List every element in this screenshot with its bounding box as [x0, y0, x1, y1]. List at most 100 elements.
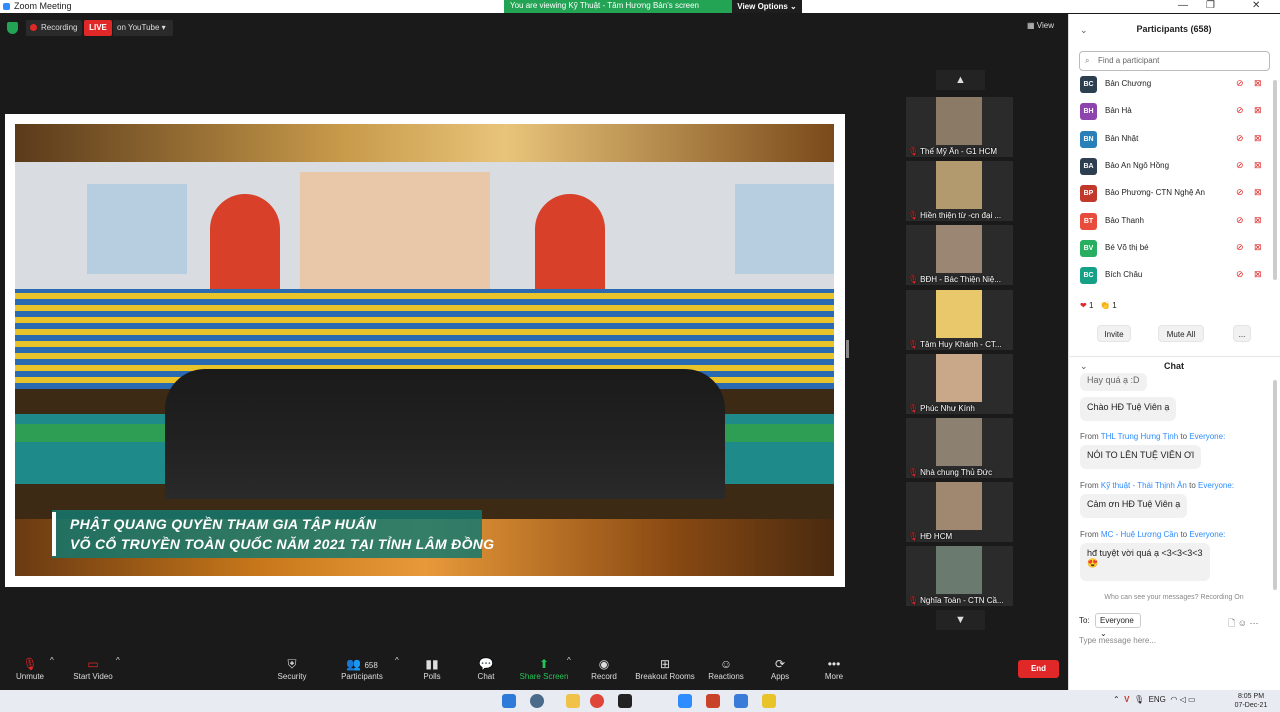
participant-row[interactable]: BT Bảo Thanh ⊘ ⊠: [1075, 209, 1272, 236]
gallery-tile[interactable]: 🎙 BĐH - Bác Thiện Niệ...: [906, 225, 1013, 286]
chat-message[interactable]: Cảm ơn HĐ Tuệ Viên ạ: [1080, 494, 1188, 518]
muted-mic-icon[interactable]: ⊘: [1236, 160, 1244, 171]
view-button[interactable]: ▦ View: [1027, 21, 1054, 30]
muted-mic-icon[interactable]: ⊘: [1236, 105, 1244, 116]
chat-message[interactable]: Chào HĐ Tuệ Viên ạ: [1080, 397, 1177, 421]
windows-start-icon[interactable]: [502, 694, 516, 708]
participants-scrollbar[interactable]: [1273, 80, 1277, 280]
settings-gear-icon[interactable]: [530, 694, 544, 708]
chat-more-icon[interactable]: ⋯: [1249, 618, 1258, 628]
gallery-tile[interactable]: 🎙 Hiền thiện từ -cn đại ...: [906, 161, 1013, 222]
video-off-icon[interactable]: ⊠: [1254, 269, 1262, 280]
muted-mic-icon[interactable]: ⊘: [1236, 215, 1244, 226]
mic-tray-icon[interactable]: 🎙: [1134, 695, 1144, 704]
video-off-icon[interactable]: ⊠: [1254, 242, 1262, 253]
video-options-caret[interactable]: ^: [116, 656, 120, 665]
video-off-icon[interactable]: ⊠: [1254, 105, 1262, 116]
chat-visibility-note[interactable]: Who can see your messages? Recording On: [1068, 594, 1280, 604]
gallery-scroll-down-button[interactable]: ▼: [936, 610, 985, 630]
participant-row[interactable]: BN Bản Nhật ⊘ ⊠: [1075, 127, 1272, 154]
language-indicator[interactable]: ENG: [1149, 695, 1166, 704]
participant-row[interactable]: BH Bản Hà ⊘ ⊠: [1075, 99, 1272, 126]
gallery-tile[interactable]: 🎙 Nghĩa Toàn - CTN Cầ...: [906, 546, 1013, 607]
youtube-stream-dropdown[interactable]: on YouTube ▾: [113, 20, 173, 36]
panel-splitter-handle[interactable]: [846, 340, 849, 358]
notes-icon[interactable]: [762, 694, 776, 708]
terminal-icon[interactable]: [618, 694, 632, 708]
chat-recipient-dropdown[interactable]: Everyone ⌄: [1095, 613, 1141, 638]
audio-options-caret[interactable]: ^: [50, 656, 54, 665]
participant-row[interactable]: BA Bảo An Ngô Hồng ⊘ ⊠: [1075, 154, 1272, 181]
chat-scrollbar[interactable]: [1273, 380, 1277, 590]
muted-mic-icon[interactable]: ⊘: [1236, 242, 1244, 253]
close-icon[interactable]: ✕: [1252, 0, 1260, 11]
start-video-button[interactable]: ▭ Start Video: [70, 656, 116, 681]
gallery-tile[interactable]: 🎙 Nhà chung Thủ Đức: [906, 418, 1013, 478]
muted-mic-icon[interactable]: ⊘: [1236, 133, 1244, 144]
chat-panel-title: Chat: [1068, 356, 1280, 374]
chat-sender-name[interactable]: Kỹ thuật - Thái Thịnh Ân: [1101, 481, 1187, 490]
gallery-tile[interactable]: 🎙 Phúc Như Kính: [906, 353, 1013, 414]
participants-caret[interactable]: ^: [395, 656, 399, 665]
polls-button[interactable]: ▮▮ Polls: [418, 656, 446, 681]
record-button[interactable]: ◉ Record: [588, 656, 620, 681]
chat-sender-name[interactable]: THL Trung Hưng Tịnh: [1101, 432, 1178, 441]
gallery-tile-name: 🎙 Tâm Huy Khánh - CT...: [908, 339, 1002, 349]
chat-sender-name[interactable]: MC - Huệ Lương Cần: [1101, 530, 1178, 539]
muted-mic-icon[interactable]: ⊘: [1236, 269, 1244, 280]
gallery-tile[interactable]: 🎙 Thế Mỹ Ân - G1 HCM: [906, 97, 1013, 157]
share-options-caret[interactable]: ^: [567, 656, 571, 665]
security-shield-icon[interactable]: [7, 22, 18, 34]
video-off-icon[interactable]: ⊠: [1254, 78, 1262, 89]
powerpoint-icon[interactable]: [706, 694, 720, 708]
view-options-button[interactable]: View Options ⌄: [732, 0, 802, 13]
apps-button[interactable]: ⟳ Apps: [766, 656, 794, 681]
reactions-button[interactable]: ☺ Reactions: [706, 656, 746, 681]
video-off-icon[interactable]: ⊠: [1254, 187, 1262, 198]
restore-icon[interactable]: ❐: [1206, 0, 1215, 11]
chrome-icon[interactable]: [590, 694, 604, 708]
participant-row[interactable]: BC Bích Châu ⊘ ⊠: [1075, 263, 1272, 290]
muted-mic-icon[interactable]: ⊘: [1236, 187, 1244, 198]
wifi-icon[interactable]: ◠: [1170, 695, 1177, 704]
zoom-taskbar-icon[interactable]: [678, 694, 692, 708]
vietkey-icon[interactable]: V: [1124, 695, 1129, 704]
video-off-icon[interactable]: ⊠: [1254, 215, 1262, 226]
participants-more-button[interactable]: ...: [1233, 325, 1251, 342]
mute-all-button[interactable]: Mute All: [1158, 325, 1204, 342]
invite-button[interactable]: Invite: [1097, 325, 1131, 342]
participants-button[interactable]: 👥 658 Participants: [338, 656, 386, 681]
taskbar-clock[interactable]: 8:05 PM 07-Dec-21: [1232, 692, 1270, 710]
unmute-button[interactable]: 🎙 Unmute: [12, 656, 48, 681]
end-meeting-button[interactable]: End: [1018, 660, 1059, 678]
file-explorer-icon[interactable]: [566, 694, 580, 708]
participant-row[interactable]: BV Bé Võ thị bé ⊘ ⊠: [1075, 236, 1272, 263]
battery-icon[interactable]: ▭: [1188, 695, 1196, 704]
gallery-scroll-up-button[interactable]: ▲: [936, 70, 985, 90]
participant-search-input[interactable]: ⌕ Find a participant: [1079, 51, 1270, 71]
reaction-counts: ❤ 1 👏 1: [1080, 301, 1117, 310]
participant-row[interactable]: BC Bản Chương ⊘ ⊠: [1075, 72, 1272, 99]
minimize-icon[interactable]: —: [1178, 0, 1188, 11]
gallery-tile[interactable]: 🎙 Tâm Huy Khánh - CT...: [906, 289, 1013, 350]
chat-message[interactable]: hđ tuyệt vời quá ạ <3<3<3<3 😍: [1080, 543, 1210, 581]
security-button[interactable]: ⛨ Security: [274, 656, 310, 681]
chat-message[interactable]: Hay quá ạ :D: [1080, 373, 1147, 391]
file-icon[interactable]: 🗋: [1228, 618, 1235, 628]
chat-button[interactable]: 💬 Chat: [472, 656, 500, 681]
chat-message[interactable]: NÓI TO LÊN TUỆ VIÊN ƠI: [1080, 445, 1202, 469]
muted-mic-icon[interactable]: ⊘: [1236, 78, 1244, 89]
chat-message-input[interactable]: Type message here...: [1079, 636, 1269, 645]
mail-icon[interactable]: [734, 694, 748, 708]
participant-row[interactable]: BP Bảo Phương- CTN Nghệ An ⊘ ⊠: [1075, 181, 1272, 208]
gallery-tile[interactable]: 🎙 HĐ HCM: [906, 482, 1013, 543]
breakout-rooms-button[interactable]: ⊞ Breakout Rooms: [634, 656, 696, 681]
emoji-icon[interactable]: ☺: [1238, 618, 1247, 628]
share-screen-button[interactable]: ⬆ Share Screen: [518, 656, 570, 681]
volume-icon[interactable]: ◁: [1180, 695, 1186, 704]
video-off-icon[interactable]: ⊠: [1254, 160, 1262, 171]
tray-expand-icon[interactable]: ⌃: [1113, 695, 1120, 704]
recording-indicator[interactable]: Recording: [26, 20, 82, 36]
video-off-icon[interactable]: ⊠: [1254, 133, 1262, 144]
more-button[interactable]: ••• More: [820, 656, 848, 681]
